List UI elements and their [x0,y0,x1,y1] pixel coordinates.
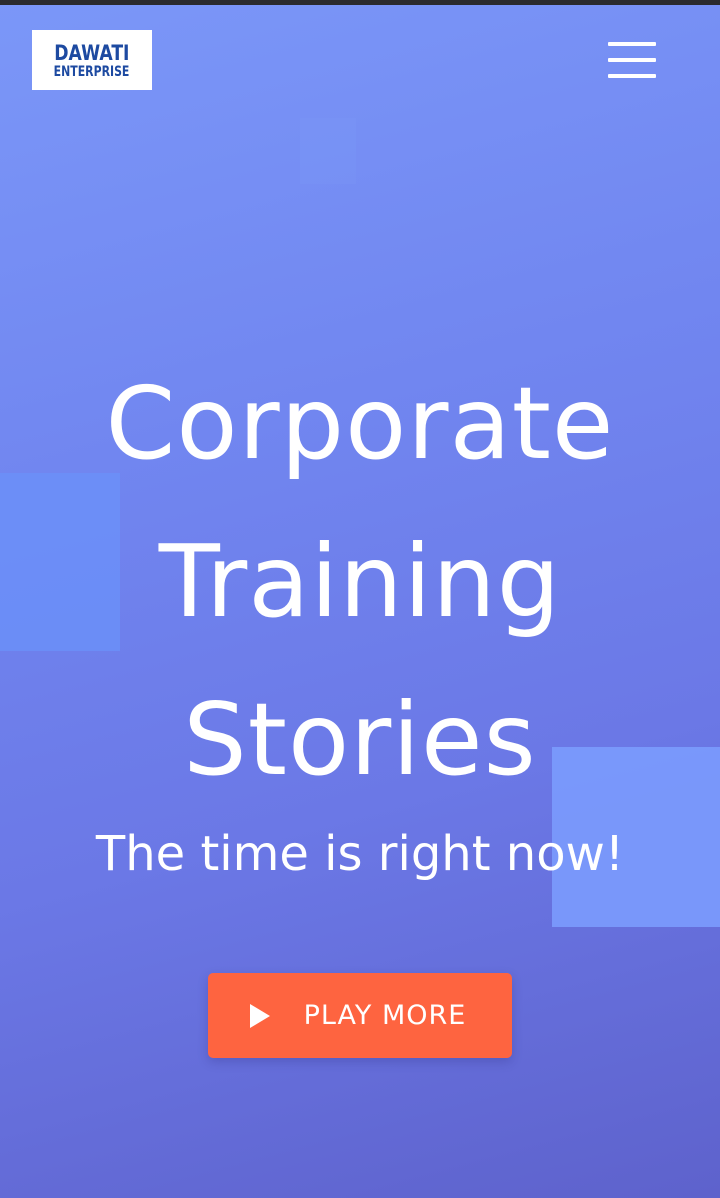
logo[interactable]: DAWATI ENTERPRISE [32,30,152,90]
play-icon [249,1003,270,1028]
play-more-label: PLAY MORE [303,1000,467,1031]
hero-title-line: Training [158,523,562,640]
menu-bar [608,58,656,62]
status-bar [0,0,720,5]
hamburger-menu-icon[interactable] [603,38,661,84]
decorative-square [300,118,356,184]
logo-text-enterprise: ENTERPRISE [54,64,130,80]
hero-subtitle: The time is right now! [95,826,625,882]
logo-text-dawati: DAWATI [54,41,130,65]
play-more-button[interactable]: PLAY MORE [208,973,512,1058]
menu-bar [608,74,656,78]
hero-title: Corporate Training Stories [0,345,720,819]
hero-title-line: Stories [183,681,537,798]
menu-bar [608,42,656,46]
hero-title-line: Corporate [105,365,615,482]
